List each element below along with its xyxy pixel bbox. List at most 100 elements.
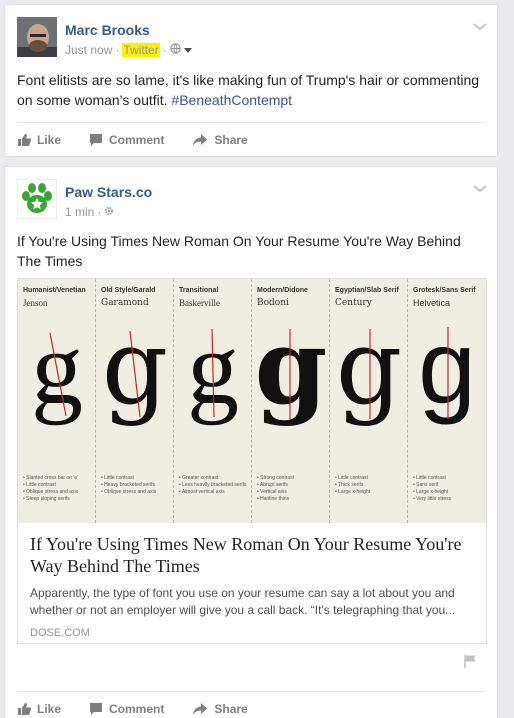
share-button[interactable]: Share xyxy=(192,701,248,716)
typeface-name: Helvetica xyxy=(413,298,451,308)
typeface-category: Egyptian/Slab Serif xyxy=(335,287,399,294)
comment-icon xyxy=(89,133,103,147)
glyph-g-sample: g xyxy=(256,321,326,428)
typeface-column: Transitional Baskerville g • Greater contra… xyxy=(174,279,252,523)
typeface-notes: • Strong contrast • Abrupt serifs • Vertic… xyxy=(257,475,294,503)
typeface-note: • Little contrast xyxy=(101,475,134,481)
share-button[interactable]: Share xyxy=(192,132,248,147)
post-paw-stars: Paw Stars.co 1 min · If You're Using Tim… xyxy=(4,166,498,718)
typeface-note: • Steep sloping serifs xyxy=(23,496,70,502)
comment-label: Comment xyxy=(109,132,165,147)
glyph-g-sample: g xyxy=(31,321,83,426)
like-button[interactable]: Like xyxy=(17,702,61,716)
post-time[interactable]: 1 min xyxy=(65,205,94,219)
author-name[interactable]: Marc Brooks xyxy=(65,22,150,38)
typeface-note: • Almost vertical axis xyxy=(179,489,225,495)
post-source[interactable]: Twitter xyxy=(122,43,160,57)
share-label: Share xyxy=(214,132,248,147)
hashtag-link[interactable]: #BeneathContempt xyxy=(171,92,292,108)
typeface-column: Grotesk/Sans Serif Helvetica g • Little con… xyxy=(408,279,486,523)
thumbs-up-icon xyxy=(17,133,31,147)
comment-button[interactable]: Comment xyxy=(89,133,164,147)
post-time[interactable]: Just now xyxy=(65,43,112,57)
typeface-note: • Heavy bracketed serifs xyxy=(101,482,155,488)
share-icon xyxy=(192,702,208,716)
typeface-category: Transitional xyxy=(179,287,219,294)
comment-label: Comment xyxy=(109,701,165,716)
typeface-note: • Little contrast xyxy=(413,475,446,481)
typeface-name: Jenson xyxy=(23,298,48,308)
link-preview-description: Apparently, the type of font you use on … xyxy=(30,586,456,617)
post-header: Paw Stars.co 1 min · xyxy=(5,167,497,223)
typeface-column: Humanist/Venetian Jenson g • Slanted cross … xyxy=(18,279,96,523)
avatar-photo xyxy=(17,17,57,57)
typeface-note: • Thick serifs xyxy=(335,482,364,488)
glyph-g-sample: g xyxy=(102,321,169,428)
post-meta: 1 min · xyxy=(65,205,114,219)
typeface-name: Century xyxy=(335,298,372,308)
typeface-note: • Little contrast xyxy=(335,475,368,481)
separator-dot: · xyxy=(162,43,167,57)
separator-dot: · xyxy=(97,205,102,219)
post-header: Marc Brooks Just now · Twitter · xyxy=(5,5,497,61)
typeface-notes: • Greater contrast • Less heavily bracket… xyxy=(179,475,246,496)
typeface-note: • Hairline thins xyxy=(257,496,290,502)
typeface-name: Bodoni xyxy=(257,298,289,308)
typeface-category: Old Style/Garald xyxy=(101,287,156,294)
thumbs-up-icon xyxy=(17,702,31,716)
like-label: Like xyxy=(37,701,62,716)
typeface-note: • Greater contrast xyxy=(179,475,219,481)
author-name[interactable]: Paw Stars.co xyxy=(65,184,152,200)
flag-icon[interactable] xyxy=(463,654,477,673)
svg-text:g: g xyxy=(336,321,403,428)
typeface-notes: • Little contrast • Thick serifs • Large x… xyxy=(335,475,370,496)
typeface-note: • Less heavily bracketed serifs xyxy=(179,482,247,488)
typeface-notes: • Little contrast • Heavy bracketed serif… xyxy=(101,475,156,496)
share-label: Share xyxy=(214,701,248,716)
typeface-note: • Strong contrast xyxy=(257,475,295,481)
typeface-notes: • Slanted cross bar on 'e' • Little contr… xyxy=(23,475,78,503)
typeface-name: Baskerville xyxy=(179,298,220,308)
globe-icon[interactable] xyxy=(170,43,181,57)
paw-logo-icon xyxy=(17,179,57,219)
typeface-note: • Abrupt serifs xyxy=(257,482,288,488)
typeface-category: Modern/Didone xyxy=(257,287,308,294)
glyph-g-sample: g xyxy=(418,321,476,426)
typeface-note: • Vertical axis xyxy=(257,489,287,495)
typeface-note: • Large x-height xyxy=(413,489,449,495)
gear-icon[interactable] xyxy=(104,205,114,219)
typeface-column: Old Style/Garald Garamond g • Little contra… xyxy=(96,279,174,523)
post-actions: Like Comment Share xyxy=(17,691,485,718)
typeface-note: • Large x-height xyxy=(335,489,371,495)
typeface-category: Grotesk/Sans Serif xyxy=(413,287,476,294)
typeface-note: • Sans serif xyxy=(413,482,439,488)
svg-text:g: g xyxy=(256,321,326,428)
typeface-note: • Slanted cross bar on 'e' xyxy=(23,475,79,481)
typeface-category: Humanist/Venetian xyxy=(23,287,86,294)
like-button[interactable]: Like xyxy=(17,133,61,147)
page-logo[interactable] xyxy=(17,179,57,219)
link-preview[interactable]: Humanist/Venetian Jenson g • Slanted cross … xyxy=(17,278,487,644)
audience-dropdown-icon[interactable] xyxy=(183,43,192,57)
glyph-g-sample: g xyxy=(336,321,403,428)
typeface-column: Modern/Didone Bodoni g • Strong contrast • A… xyxy=(252,279,330,523)
link-preview-body: If You're Using Times New Roman On Your … xyxy=(18,523,486,639)
typeface-column: Egyptian/Slab Serif Century g • Little cont… xyxy=(330,279,408,523)
link-preview-title[interactable]: If You're Using Times New Roman On Your … xyxy=(30,533,474,577)
avatar[interactable] xyxy=(17,17,57,57)
link-preview-domain: DOSE.COM xyxy=(30,627,90,639)
typeface-note: • Oblique stress and axis xyxy=(23,489,79,495)
separator-dot: · xyxy=(115,43,120,57)
font-classification-image: Humanist/Venetian Jenson g • Slanted cross … xyxy=(18,279,486,523)
post-text: Font elitists are so lame, it's like mak… xyxy=(17,70,487,110)
comment-icon xyxy=(89,702,103,716)
comment-button[interactable]: Comment xyxy=(89,702,164,716)
share-icon xyxy=(192,133,208,147)
svg-text:g: g xyxy=(31,321,83,426)
chevron-down-icon[interactable] xyxy=(473,181,487,193)
typeface-name: Garamond xyxy=(101,298,149,308)
chevron-down-icon[interactable] xyxy=(473,19,487,31)
glyph-g-sample: g xyxy=(187,321,239,426)
post-text: If You're Using Times New Roman On Your … xyxy=(17,233,461,269)
post-marc-brooks: Marc Brooks Just now · Twitter · Font el… xyxy=(4,4,498,157)
